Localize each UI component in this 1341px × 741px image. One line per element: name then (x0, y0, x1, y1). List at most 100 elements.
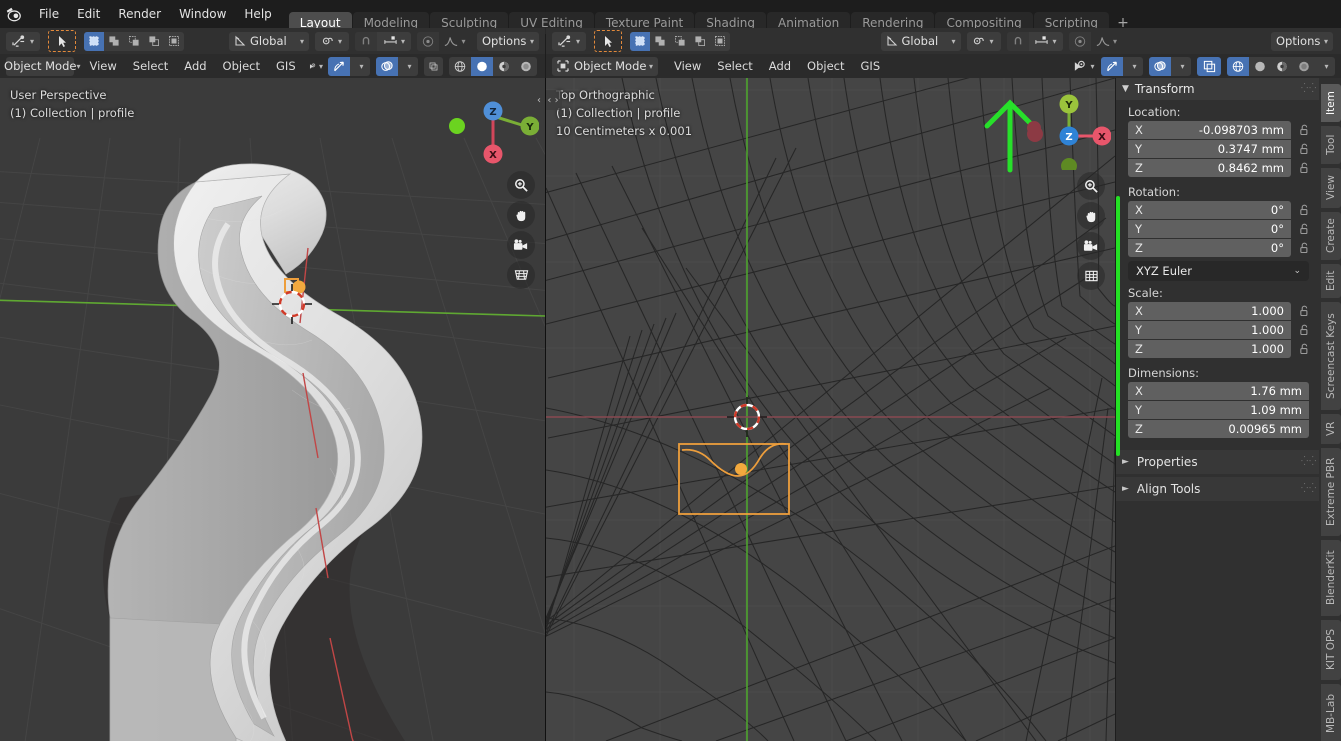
right-menu-select[interactable]: Select (709, 57, 760, 76)
solid-shading-icon[interactable] (471, 56, 493, 76)
select-subtract-icon[interactable] (124, 31, 144, 51)
proportional-edit-icon[interactable] (417, 31, 439, 51)
falloff-curve-icon[interactable]: ▾ (439, 32, 471, 51)
select-set-icon[interactable] (84, 31, 104, 51)
right-select-intersect-icon[interactable] (710, 31, 730, 51)
left-menu-select[interactable]: Select (125, 57, 176, 76)
right-shading-dropdown[interactable]: ▾ (1315, 56, 1335, 76)
right-options-dropdown[interactable]: Options ▾ (1271, 31, 1333, 51)
right-pivot-point-dropdown[interactable]: ▾ (966, 31, 1001, 51)
sidebar-tab-extreme-pbr[interactable]: Extreme PBR (1321, 448, 1341, 536)
right-menu-gis[interactable]: GIS (853, 57, 889, 76)
rotation-y-field[interactable]: Y 0° (1128, 220, 1291, 238)
right-pan-hand-icon[interactable] (1077, 202, 1105, 230)
sidebar-tab-mb-lab[interactable]: MB-Lab (1321, 684, 1341, 741)
right-object-mode-dropdown[interactable]: Object Mode ▾ (552, 56, 658, 76)
right-3d-viewport[interactable]: Top Orthographic (1) Collection | profil… (546, 78, 1115, 741)
menu-render[interactable]: Render (109, 4, 170, 24)
rotation-z-lock-icon[interactable] (1295, 242, 1313, 254)
right-xray-toggle-icon[interactable] (1197, 56, 1221, 76)
right-menu-object[interactable]: Object (799, 57, 852, 76)
left-menu-view[interactable]: View (82, 57, 125, 76)
right-overlays-icon[interactable] (1149, 56, 1171, 76)
object-mode-dropdown[interactable]: Object Mode ▾ (4, 56, 80, 76)
left-nav-gizmo[interactable]: Z Y X (449, 84, 539, 170)
right-transform-orientation-dropdown[interactable]: Global ▾ (880, 31, 961, 51)
right-select-subtract-icon[interactable] (670, 31, 690, 51)
rotation-x-field[interactable]: X 0° (1128, 201, 1291, 219)
right-camera-view-icon[interactable] (1077, 232, 1105, 260)
left-panel-collapse-arrow[interactable]: ‹ (532, 90, 545, 110)
right-select-difference-icon[interactable] (690, 31, 710, 51)
tweak-select-tool-icon[interactable] (48, 30, 76, 52)
right-snap-toggle-icon[interactable] (1006, 31, 1029, 51)
blender-logo-icon[interactable] (0, 0, 30, 28)
gizmo-dropdown[interactable]: ▾ (350, 56, 370, 76)
left-zoom-icon[interactable] (507, 171, 535, 199)
gizmo-icon[interactable] (328, 56, 350, 76)
select-extend-icon[interactable] (104, 31, 124, 51)
left-3d-viewport[interactable]: User Perspective (1) Collection | profil… (0, 78, 545, 741)
left-camera-view-icon[interactable] (507, 231, 535, 259)
right-wireframe-shading-icon[interactable] (1227, 56, 1249, 76)
right-gizmo-icon[interactable] (1101, 56, 1123, 76)
viewport-divider[interactable] (545, 78, 546, 741)
snap-toggle-icon[interactable] (355, 31, 377, 51)
left-pan-hand-icon[interactable] (507, 201, 535, 229)
right-falloff-curve-icon[interactable]: ▾ (1091, 32, 1123, 51)
location-y-lock-icon[interactable] (1295, 143, 1313, 155)
rotation-z-field[interactable]: Z 0° (1128, 239, 1291, 257)
scale-x-field[interactable]: X 1.000 (1128, 302, 1291, 320)
right-tweak-select-tool-icon[interactable] (594, 30, 622, 52)
scale-y-lock-icon[interactable] (1295, 324, 1313, 336)
dimensions-y-field[interactable]: Y 1.09 mm (1128, 401, 1309, 419)
location-z-field[interactable]: Z 0.8462 mm (1128, 159, 1291, 177)
left-menu-object[interactable]: Object (215, 57, 268, 76)
right-visibility-eye-icon[interactable]: ▾ (1067, 57, 1101, 76)
right-menu-add[interactable]: Add (761, 57, 799, 76)
scale-z-field[interactable]: Z 1.000 (1128, 340, 1291, 358)
pivot-point-dropdown[interactable]: ▾ (315, 31, 349, 51)
right-rendered-shading-icon[interactable] (1293, 56, 1315, 76)
snap-target-dropdown[interactable]: ▾ (377, 31, 411, 51)
right-solid-shading-icon[interactable] (1249, 56, 1271, 76)
sidebar-tab-create[interactable]: Create (1321, 212, 1341, 260)
select-intersect-icon[interactable] (164, 31, 184, 51)
xray-toggle-icon[interactable] (424, 56, 443, 76)
wireframe-shading-icon[interactable] (449, 56, 471, 76)
location-z-lock-icon[interactable] (1295, 162, 1313, 174)
sidebar-tab-edit[interactable]: Edit (1321, 264, 1341, 298)
menu-file[interactable]: File (30, 4, 68, 24)
right-gizmo-dropdown[interactable]: ▾ (1123, 56, 1143, 76)
right-zoom-icon[interactable] (1077, 172, 1105, 200)
scale-z-lock-icon[interactable] (1295, 343, 1313, 355)
snap-magnet-icon[interactable]: ▾ (6, 31, 40, 51)
left-menu-gis[interactable]: GIS (268, 57, 304, 76)
right-panel-collapse-arrow[interactable]: ‹ › (546, 90, 562, 110)
right-nav-gizmo[interactable]: Y Z X (1021, 84, 1111, 170)
sidebar-tab-vr[interactable]: VR (1321, 414, 1341, 444)
dimensions-x-field[interactable]: X 1.76 mm (1128, 382, 1309, 400)
visibility-eye-icon[interactable]: ▾ (304, 57, 328, 76)
right-select-set-icon[interactable] (630, 31, 650, 51)
location-x-field[interactable]: X -0.098703 mm (1128, 121, 1291, 139)
menu-edit[interactable]: Edit (68, 4, 109, 24)
right-snap-magnet-icon[interactable]: ▾ (552, 31, 586, 51)
sidebar-tab-screencast-keys[interactable]: Screencast Keys (1321, 302, 1341, 410)
menu-help[interactable]: Help (235, 4, 280, 24)
overlays-dropdown[interactable]: ▾ (398, 56, 418, 76)
rendered-shading-icon[interactable] (515, 56, 537, 76)
select-difference-icon[interactable] (144, 31, 164, 51)
overlays-icon[interactable] (376, 56, 398, 76)
right-material-preview-icon[interactable] (1271, 56, 1293, 76)
dimensions-z-field[interactable]: Z 0.00965 mm (1128, 420, 1309, 438)
location-x-lock-icon[interactable] (1295, 124, 1313, 136)
transform-orientation-dropdown[interactable]: Global ▾ (229, 31, 309, 51)
properties-subpanel[interactable]: ► Properties ⁛⁛ (1116, 450, 1319, 474)
scale-x-lock-icon[interactable] (1295, 305, 1313, 317)
sidebar-tab-blenderkit[interactable]: BlenderKit (1321, 540, 1341, 616)
align-tools-subpanel[interactable]: ► Align Tools ⁛⁛ (1116, 477, 1319, 501)
sidebar-tab-view[interactable]: View (1321, 168, 1341, 208)
sidebar-tab-tool[interactable]: Tool (1321, 126, 1341, 164)
sidebar-scroll-indicator[interactable] (1116, 196, 1120, 456)
